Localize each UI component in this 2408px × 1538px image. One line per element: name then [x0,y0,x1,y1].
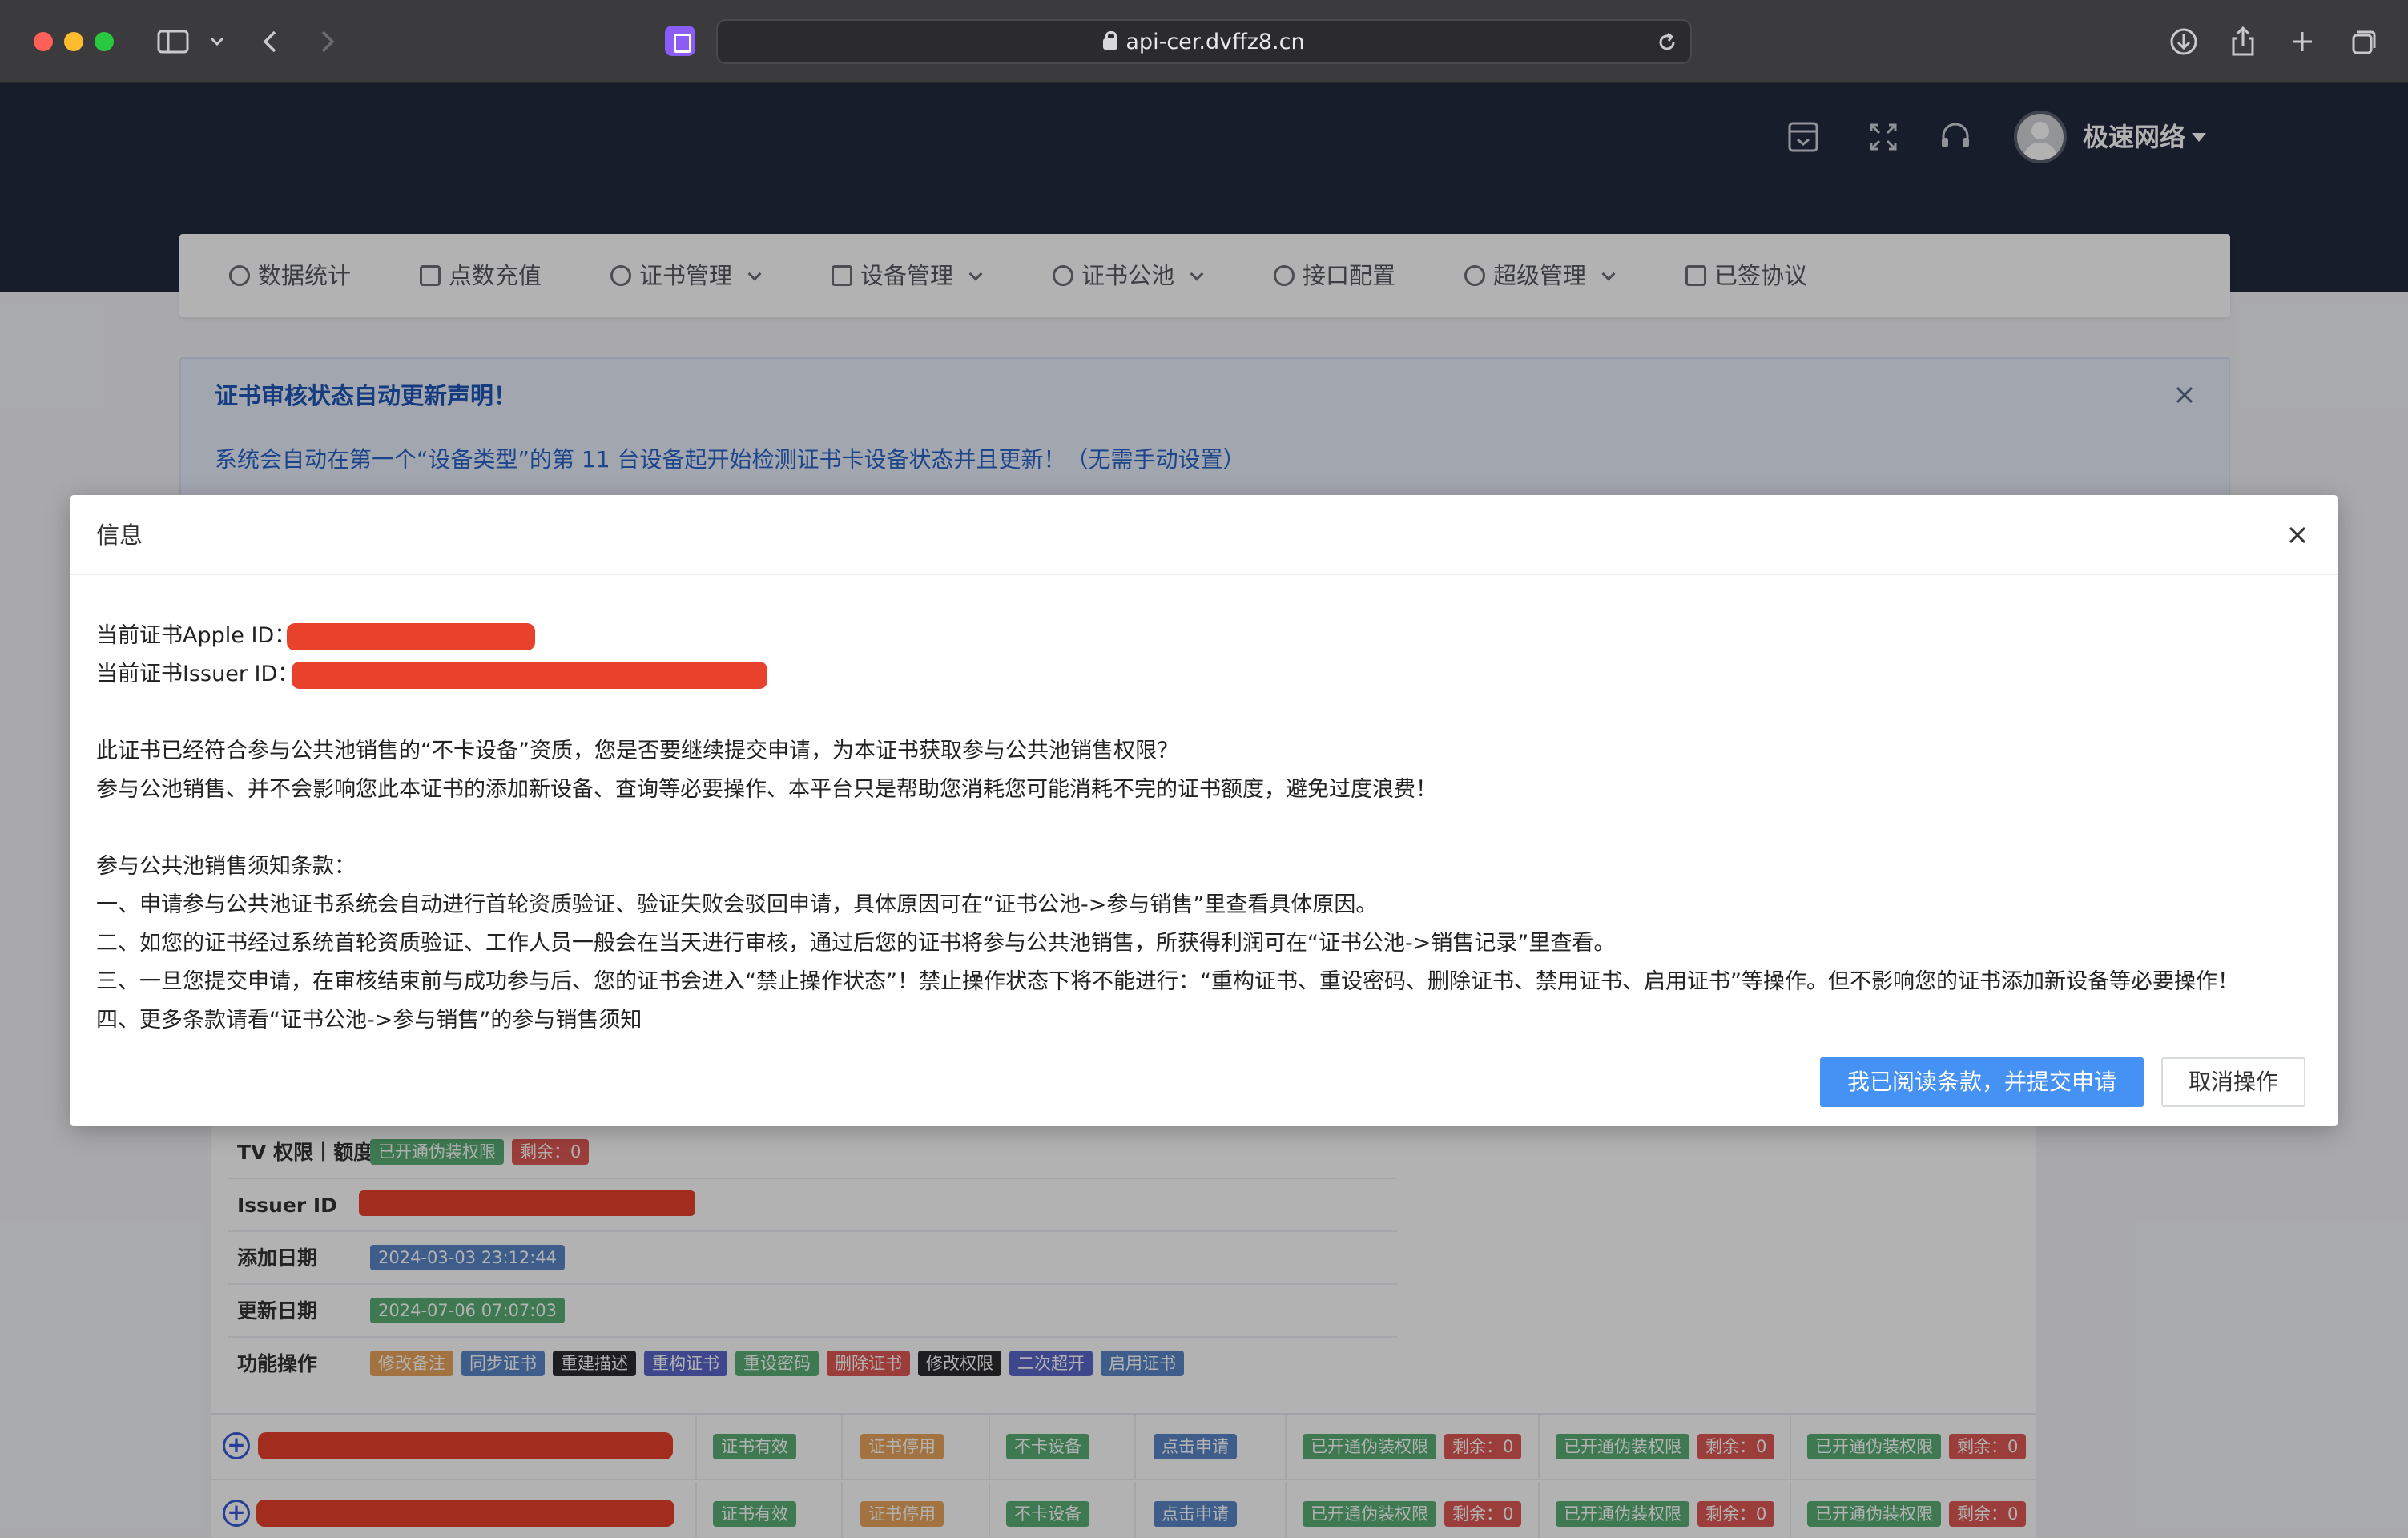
dialog-paragraph: 此证书已经符合参与公共池销售的“不卡设备”资质，您是否要继续提交申请，为本证书获… [96,739,1178,763]
address-bar[interactable]: api-cer.dvffz8.cn [716,19,1692,64]
apple-id-line: 当前证书Apple ID： [96,623,296,648]
chevron-down-icon[interactable] [205,22,229,61]
term-item: 一、申请参与公共池证书系统会自动进行首轮资质验证、验证失败会驳回申请，具体原因可… [96,892,1378,917]
term-item: 四、更多条款请看“证书公池->参与销售”的参与销售须知 [96,1008,642,1033]
issuer-id-line: 当前证书Issuer ID： [96,662,300,686]
share-icon[interactable] [2225,22,2261,61]
close-icon[interactable] [2285,522,2310,548]
back-icon[interactable] [255,22,287,61]
reload-icon[interactable] [1655,22,1679,62]
terms-title: 参与公共池销售须知条款： [96,854,356,879]
tab-overview-icon[interactable] [2344,22,2379,61]
dialog-title: 信息 [96,521,143,549]
lock-icon [1103,31,1118,50]
extension-icon[interactable] [665,26,695,56]
forward-icon[interactable] [311,22,343,61]
url-text: api-cer.dvffz8.cn [1125,30,1305,54]
term-item: 三、一旦您提交申请，在审核结束前与成功参与后、您的证书会进入“禁止操作状态”！禁… [96,969,2239,994]
redaction-mark [292,662,767,689]
sidebar-toggle-icon[interactable] [155,22,191,61]
zoom-window-button[interactable] [95,32,114,51]
browser-toolbar: api-cer.dvffz8.cn [0,0,2408,83]
new-tab-icon[interactable] [2285,22,2320,61]
minimize-window-button[interactable] [64,32,83,51]
info-dialog: 信息 当前证书Apple ID： 当前证书Issuer ID： 此证书已经符合参… [70,495,2338,1126]
dialog-paragraph: 参与公池销售、并不会影响您此本证书的添加新设备、查询等必要操作、本平台只是帮助您… [96,777,1437,802]
confirm-submit-button[interactable]: 我已阅读条款，并提交申请 [1820,1057,2144,1107]
redaction-mark [287,623,535,650]
close-window-button[interactable] [34,32,53,51]
downloads-icon[interactable] [2166,22,2201,61]
term-item: 二、如您的证书经过系统首轮资质验证、工作人员一般会在当天进行审核，通过后您的证书… [96,931,1616,956]
dialog-header: 信息 [70,495,2338,575]
cancel-button[interactable]: 取消操作 [2161,1057,2305,1107]
